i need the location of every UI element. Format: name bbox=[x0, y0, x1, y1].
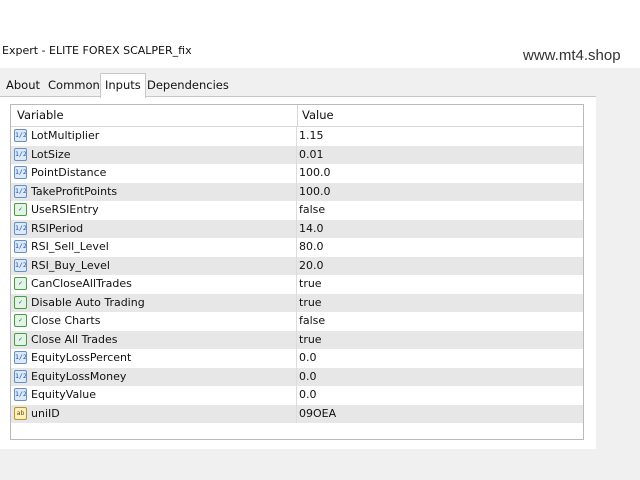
variable-name: CanCloseAllTrades bbox=[31, 277, 132, 290]
variable-name: EquityLossMoney bbox=[31, 369, 127, 383]
tab-dependencies[interactable]: Dependencies bbox=[143, 75, 233, 96]
value-cell[interactable]: true bbox=[299, 275, 322, 294]
column-divider[interactable] bbox=[297, 105, 298, 126]
variable-cell: ab uniID bbox=[11, 404, 297, 423]
boolean-icon: ✓ bbox=[14, 203, 27, 216]
value-cell[interactable]: 0.0 bbox=[299, 368, 317, 387]
variable-cell: ✓ Disable Auto Trading bbox=[11, 293, 297, 312]
variable-cell: 1/2 RSIPeriod bbox=[11, 219, 297, 238]
table-row[interactable]: ✓ Disable Auto Trading true bbox=[11, 293, 583, 313]
value-cell[interactable]: 0.01 bbox=[299, 146, 324, 165]
table-row[interactable]: 1/2 TakeProfitPoints 100.0 bbox=[11, 182, 583, 202]
value-cell[interactable]: 80.0 bbox=[299, 238, 324, 257]
value-cell[interactable]: false bbox=[299, 312, 325, 331]
numeric-icon: 1/2 bbox=[14, 221, 27, 235]
tab-inputs[interactable]: Inputs bbox=[100, 73, 146, 98]
variable-cell: 1/2 RSI_Sell_Level bbox=[11, 238, 297, 257]
variable-name: RSI_Sell_Level bbox=[31, 240, 109, 253]
value-cell[interactable]: 20.0 bbox=[299, 257, 324, 276]
variable-cell: 1/2 PointDistance bbox=[11, 164, 297, 183]
variable-cell: 1/2 RSI_Buy_Level bbox=[11, 256, 297, 275]
value-cell[interactable]: 0.0 bbox=[299, 349, 317, 368]
variable-name: PointDistance bbox=[31, 166, 107, 179]
table-row[interactable]: 1/2 RSIPeriod 14.0 bbox=[11, 219, 583, 239]
table-row[interactable]: 1/2 RSI_Sell_Level 80.0 bbox=[11, 238, 583, 257]
numeric-icon: 1/2 bbox=[14, 369, 27, 383]
column-header-value[interactable]: Value bbox=[302, 105, 334, 126]
numeric-icon: 1/2 bbox=[14, 351, 27, 364]
variable-cell: 1/2 EquityValue bbox=[11, 386, 297, 405]
table-row[interactable]: ✓ Close All Trades true bbox=[11, 330, 583, 350]
tab-common[interactable]: Common bbox=[44, 75, 104, 96]
variable-cell: 1/2 LotSize bbox=[11, 145, 297, 164]
boolean-icon: ✓ bbox=[14, 295, 27, 309]
variable-name: EquityLossPercent bbox=[31, 351, 132, 364]
grid-rows: 1/2 LotMultiplier 1.15 1/2 LotSize 0.01 1/2 Poi… bbox=[11, 127, 583, 423]
grid-header: Variable Value bbox=[11, 105, 583, 127]
variable-cell: ✓ UseRSIEntry bbox=[11, 201, 297, 220]
table-row[interactable]: 1/2 EquityValue 0.0 bbox=[11, 386, 583, 405]
variable-cell: 1/2 LotMultiplier bbox=[11, 127, 297, 146]
column-header-variable[interactable]: Variable bbox=[17, 105, 64, 126]
table-row[interactable]: ✓ CanCloseAllTrades true bbox=[11, 275, 583, 294]
title-bar: Expert - ELITE FOREX SCALPER_fix www.mt4… bbox=[0, 0, 640, 68]
variable-cell: ✓ Close All Trades bbox=[11, 330, 297, 349]
watermark: www.mt4.shop bbox=[523, 47, 621, 64]
table-row[interactable]: 1/2 LotMultiplier 1.15 bbox=[11, 127, 583, 146]
table-row[interactable]: 1/2 EquityLossMoney 0.0 bbox=[11, 367, 583, 387]
value-cell[interactable]: 100.0 bbox=[299, 183, 331, 202]
variable-name: Close All Trades bbox=[31, 332, 118, 346]
table-row[interactable]: 1/2 PointDistance 100.0 bbox=[11, 164, 583, 183]
variable-cell: ✓ CanCloseAllTrades bbox=[11, 275, 297, 294]
value-cell[interactable]: 0.0 bbox=[299, 386, 317, 405]
numeric-icon: 1/2 bbox=[14, 147, 27, 161]
string-icon: ab bbox=[14, 406, 27, 420]
variable-cell: 1/2 EquityLossPercent bbox=[11, 349, 297, 368]
variable-name: EquityValue bbox=[31, 388, 96, 401]
numeric-icon: 1/2 bbox=[14, 166, 27, 179]
variable-name: LotMultiplier bbox=[31, 129, 100, 142]
boolean-icon: ✓ bbox=[14, 277, 27, 290]
numeric-icon: 1/2 bbox=[14, 184, 27, 198]
tab-about[interactable]: About bbox=[2, 75, 44, 96]
value-cell[interactable]: 100.0 bbox=[299, 164, 331, 183]
table-row[interactable]: 1/2 RSI_Buy_Level 20.0 bbox=[11, 256, 583, 276]
variable-cell: 1/2 EquityLossMoney bbox=[11, 367, 297, 386]
variable-name: Disable Auto Trading bbox=[31, 295, 145, 309]
table-row[interactable]: 1/2 EquityLossPercent 0.0 bbox=[11, 349, 583, 368]
variable-name: LotSize bbox=[31, 147, 71, 161]
numeric-icon: 1/2 bbox=[14, 240, 27, 253]
variable-name: Close Charts bbox=[31, 314, 101, 327]
window-title: Expert - ELITE FOREX SCALPER_fix bbox=[2, 44, 192, 57]
variable-name: UseRSIEntry bbox=[31, 203, 99, 216]
tab-bar: About Common Inputs Dependencies bbox=[0, 73, 640, 98]
numeric-icon: 1/2 bbox=[14, 388, 27, 401]
numeric-icon: 1/2 bbox=[14, 129, 27, 142]
value-cell[interactable]: 1.15 bbox=[299, 127, 324, 146]
boolean-icon: ✓ bbox=[14, 332, 27, 346]
value-cell[interactable]: 14.0 bbox=[299, 220, 324, 239]
value-cell[interactable]: false bbox=[299, 201, 325, 220]
variable-cell: ✓ Close Charts bbox=[11, 312, 297, 331]
variable-name: uniID bbox=[31, 406, 60, 420]
table-row[interactable]: 1/2 LotSize 0.01 bbox=[11, 145, 583, 165]
variable-name: TakeProfitPoints bbox=[31, 184, 118, 198]
value-cell[interactable]: true bbox=[299, 294, 322, 313]
inputs-grid: Variable Value 1/2 LotMultiplier 1.15 1/2 Lo… bbox=[10, 104, 584, 440]
variable-name: RSI_Buy_Level bbox=[31, 258, 110, 272]
variable-cell: 1/2 TakeProfitPoints bbox=[11, 182, 297, 201]
table-row[interactable]: ✓ UseRSIEntry false bbox=[11, 201, 583, 220]
numeric-icon: 1/2 bbox=[14, 258, 27, 272]
boolean-icon: ✓ bbox=[14, 314, 27, 327]
value-cell[interactable]: true bbox=[299, 331, 322, 350]
table-row[interactable]: ab uniID 09OEA bbox=[11, 404, 583, 424]
variable-name: RSIPeriod bbox=[31, 221, 84, 235]
table-row[interactable]: ✓ Close Charts false bbox=[11, 312, 583, 331]
value-cell[interactable]: 09OEA bbox=[299, 405, 336, 424]
